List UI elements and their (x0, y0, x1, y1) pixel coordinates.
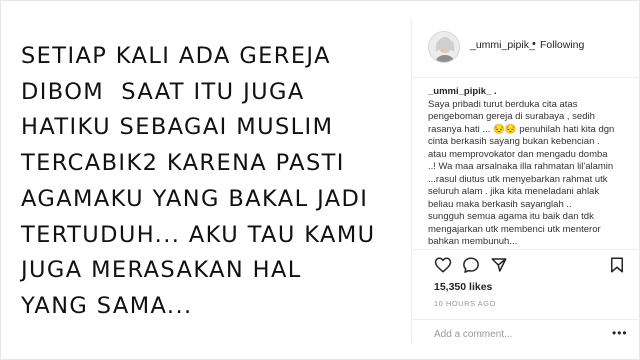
add-comment-row: ••• (412, 319, 640, 344)
header-username[interactable]: _ummi_pipik_ (470, 39, 535, 51)
post-timestamp[interactable]: 10 HOURS AGO (434, 299, 496, 308)
more-options-icon[interactable]: ••• (612, 326, 628, 340)
likes-count[interactable]: 15,350 likes (434, 281, 492, 293)
image-text-line: TERCABIK2 KARENA PASTI (21, 150, 345, 177)
caption-line: atau memprovokator dan mengadu domba (428, 148, 608, 160)
add-comment-input[interactable] (434, 327, 604, 341)
avatar[interactable] (428, 31, 460, 63)
caption-line: ...rasul diutus utk menyebarkan rahmat u… (428, 173, 608, 185)
image-text-line: TERTUDUH... AKU TAU KAMU (21, 221, 376, 248)
caption-username[interactable]: _ummi_pipik_ (428, 86, 491, 97)
post-image[interactable]: SETIAP KALI ADA GEREJA DIBOM SAAT ITU JU… (1, 19, 412, 343)
share-icon[interactable] (490, 256, 508, 274)
caption-line: pengeboman gereja di surabaya , sedih (428, 111, 595, 122)
avatar-photo-icon (429, 32, 459, 62)
action-bar (412, 249, 640, 276)
post-header: _ummi_pipik_ • Following (412, 19, 640, 78)
caption-line: cinta berkasih sayang bukan kebencian . (428, 136, 600, 147)
image-text-line: HATIKU SEBAGAI MUSLIM (21, 114, 334, 141)
caption-username-suffix: . (491, 86, 497, 97)
caption-line: sungguh semua agama itu baik dan tdk (428, 211, 594, 222)
caption-username-row: _ummi_pipik_ . (428, 86, 634, 99)
caption-line: mengajarkan utk membenci utk menteror (428, 223, 601, 235)
heart-icon[interactable] (434, 256, 452, 274)
image-text-line: JUGA MERASAKAN HAL (21, 257, 302, 284)
caption-line: Saya pribadi turut berduka cita atas (428, 98, 578, 110)
post-image-text: SETIAP KALI ADA GEREJA DIBOM SAAT ITU JU… (21, 39, 409, 325)
following-button[interactable]: Following (540, 39, 584, 51)
comment-icon[interactable] (462, 256, 480, 274)
image-text-line: AGAMAKU YANG BAKAL JADI (21, 185, 369, 212)
caption-line: beliau maka berkasih sayanglah .. (428, 198, 572, 210)
image-text-line: DIBOM SAAT ITU JUGA (21, 78, 305, 105)
caption-line: seluruh alam . jika kita meneladani ahla… (428, 186, 600, 197)
header-separator: • (532, 38, 536, 50)
post-sidebar: _ummi_pipik_ • Following _ummi_pipik_ . … (412, 19, 640, 343)
post-card: SETIAP KALI ADA GEREJA DIBOM SAAT ITU JU… (0, 0, 640, 360)
caption-line: rasanya hati ... 😔😔 penuhilah hati kita … (428, 123, 615, 135)
caption-line: bahkan membunuh... (428, 236, 518, 247)
caption-line: ..! Wa maa arsalnaka illa rahmatan lil'a… (428, 161, 614, 172)
bookmark-icon[interactable] (608, 256, 626, 274)
image-text-line: SETIAP KALI ADA GEREJA (21, 43, 331, 69)
caption: _ummi_pipik_ . Saya pribadi turut berduk… (428, 86, 634, 249)
image-text-line: YANG SAMA... (21, 292, 193, 319)
